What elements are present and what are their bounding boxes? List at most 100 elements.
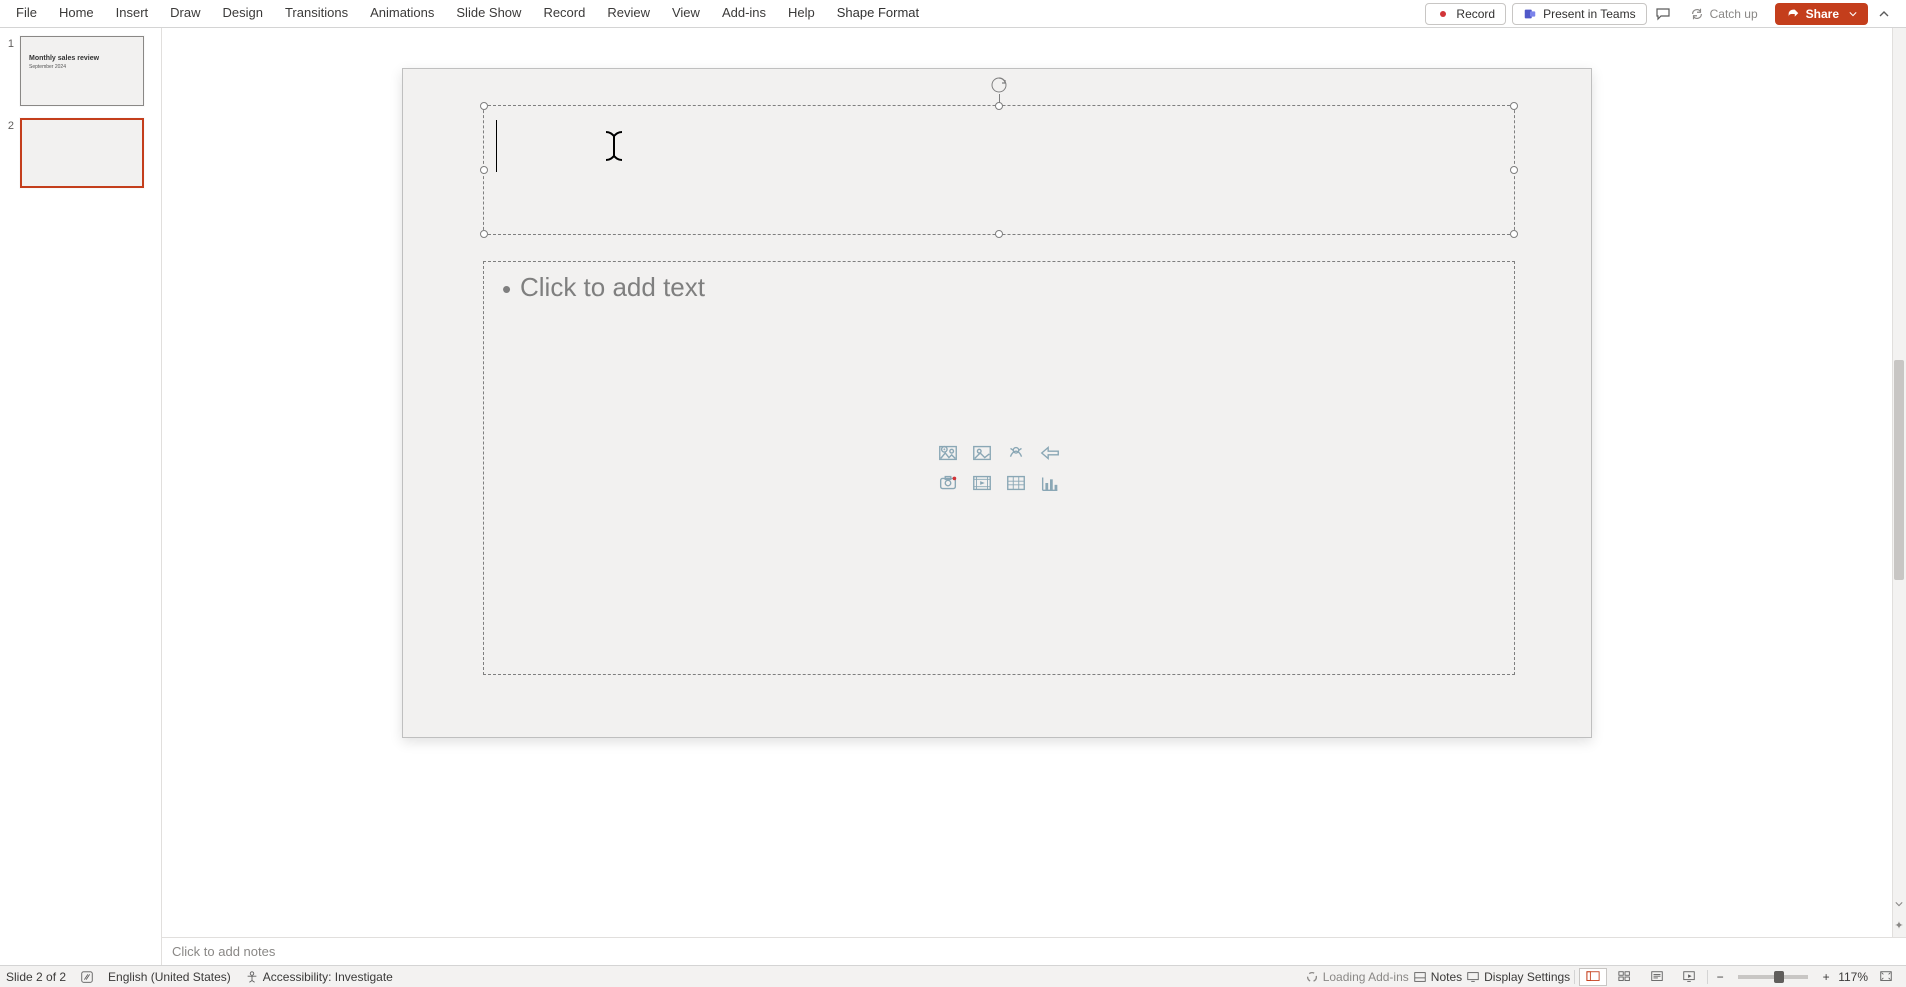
record-button[interactable]: Record (1425, 3, 1506, 25)
catch-up-button[interactable]: Catch up (1679, 3, 1769, 25)
scroll-menu-icon[interactable]: ✦ (1892, 919, 1906, 935)
picture-icon[interactable] (967, 440, 997, 466)
thumbnail-subtitle: September 2024 (29, 64, 135, 70)
accessibility-label: Accessibility: Investigate (263, 970, 393, 984)
ribbon-tabs: File Home Insert Draw Design Transitions… (6, 0, 929, 27)
tab-home[interactable]: Home (49, 0, 104, 27)
tab-transitions[interactable]: Transitions (275, 0, 358, 27)
selection-handle[interactable] (1510, 230, 1518, 238)
slide-thumbnail-panel[interactable]: 1 Monthly sales review September 2024 2 (0, 28, 162, 965)
stock-image-icon[interactable] (933, 440, 963, 466)
notes-toggle[interactable]: Notes (1413, 970, 1462, 984)
catch-up-label: Catch up (1710, 7, 1758, 21)
scrollbar-thumb[interactable] (1894, 360, 1904, 580)
display-settings-label: Display Settings (1484, 970, 1570, 984)
sync-icon (1690, 7, 1704, 21)
tab-record[interactable]: Record (533, 0, 595, 27)
slide-stage[interactable]: • Click to add text (162, 28, 1892, 937)
record-button-label: Record (1456, 7, 1495, 21)
selection-handle[interactable] (1510, 166, 1518, 174)
record-icon (1436, 7, 1450, 21)
selection-handle[interactable] (480, 230, 488, 238)
thumbnail-slide-2[interactable]: 2 (4, 118, 153, 188)
tab-view[interactable]: View (662, 0, 710, 27)
tab-draw[interactable]: Draw (160, 0, 210, 27)
separator (1574, 970, 1575, 984)
bullet-icon: • (502, 274, 511, 305)
slide-sorter-view-button[interactable] (1611, 968, 1639, 986)
thumbnail-preview[interactable] (20, 118, 144, 188)
present-in-teams-button[interactable]: Present in Teams (1512, 3, 1647, 25)
ribbon-right-cluster: Record Present in Teams Catch up Share (1425, 0, 1900, 27)
slide-canvas[interactable]: • Click to add text (402, 68, 1592, 738)
tab-file[interactable]: File (6, 0, 47, 27)
fit-to-window-button[interactable] (1872, 968, 1900, 986)
chevron-down-icon (1849, 10, 1857, 18)
share-label: Share (1806, 7, 1839, 21)
tab-slide-show[interactable]: Slide Show (446, 0, 531, 27)
icons-icon[interactable] (1001, 440, 1031, 466)
thumbnail-number: 2 (4, 118, 14, 188)
thumbnail-slide-1[interactable]: 1 Monthly sales review September 2024 (4, 36, 153, 106)
tab-design[interactable]: Design (213, 0, 273, 27)
notes-placeholder-text: Click to add notes (172, 944, 275, 959)
tab-animations[interactable]: Animations (360, 0, 444, 27)
display-settings-button[interactable]: Display Settings (1466, 970, 1570, 984)
separator (1707, 970, 1708, 984)
content-placeholder-text: Click to add text (520, 272, 705, 303)
normal-view-button[interactable] (1579, 968, 1607, 986)
notes-pane[interactable]: Click to add notes (162, 937, 1906, 965)
teams-icon (1523, 7, 1537, 21)
share-icon (1786, 7, 1800, 21)
zoom-value[interactable]: 117% (1838, 970, 1868, 984)
accessibility-status[interactable]: Accessibility: Investigate (245, 970, 393, 984)
smartart-icon[interactable] (1035, 440, 1065, 466)
tab-review[interactable]: Review (597, 0, 660, 27)
thumbnail-number: 1 (4, 36, 14, 106)
vertical-scrollbar[interactable]: ✦ (1892, 28, 1906, 937)
zoom-out-button[interactable]: − (1712, 970, 1728, 984)
title-placeholder[interactable] (483, 105, 1515, 235)
video-icon[interactable] (967, 470, 997, 496)
zoom-in-button[interactable]: + (1818, 970, 1834, 984)
scroll-down-button[interactable] (1894, 897, 1904, 911)
text-cursor-icon (604, 130, 624, 162)
comments-button[interactable] (1653, 4, 1673, 24)
slide-counter[interactable]: Slide 2 of 2 (6, 970, 66, 984)
cameo-icon[interactable] (933, 470, 963, 496)
loading-addins-status: Loading Add-ins (1305, 970, 1409, 984)
tab-insert[interactable]: Insert (106, 0, 159, 27)
language-status[interactable]: English (United States) (108, 970, 231, 984)
content-insert-icon-grid (933, 440, 1065, 496)
slideshow-view-button[interactable] (1675, 968, 1703, 986)
tab-add-ins[interactable]: Add-ins (712, 0, 776, 27)
edit-column: • Click to add text (162, 28, 1906, 965)
text-caret (496, 120, 497, 172)
tab-shape-format[interactable]: Shape Format (827, 0, 929, 27)
content-placeholder[interactable]: • Click to add text (483, 261, 1515, 675)
table-icon[interactable] (1001, 470, 1031, 496)
ribbon-spacer (929, 0, 1425, 27)
tab-help[interactable]: Help (778, 0, 825, 27)
selection-handle[interactable] (480, 166, 488, 174)
collapse-ribbon-button[interactable] (1874, 4, 1894, 24)
rotate-handle-icon[interactable] (990, 76, 1008, 94)
notes-toggle-label: Notes (1431, 970, 1462, 984)
present-in-teams-label: Present in Teams (1543, 7, 1636, 21)
zoom-slider[interactable] (1738, 975, 1808, 979)
workspace: 1 Monthly sales review September 2024 2 (0, 28, 1906, 965)
ribbon-bar: File Home Insert Draw Design Transitions… (0, 0, 1906, 28)
loading-label: Loading Add-ins (1323, 970, 1409, 984)
selection-handle[interactable] (995, 102, 1003, 110)
thumbnail-preview[interactable]: Monthly sales review September 2024 (20, 36, 144, 106)
share-button[interactable]: Share (1775, 3, 1868, 25)
selection-handle[interactable] (480, 102, 488, 110)
selection-handle[interactable] (995, 230, 1003, 238)
spellcheck-status-icon[interactable] (80, 970, 94, 984)
chart-icon[interactable] (1035, 470, 1065, 496)
reading-view-button[interactable] (1643, 968, 1671, 986)
status-right: Loading Add-ins Notes Display Settings − (1305, 968, 1906, 986)
selection-handle[interactable] (1510, 102, 1518, 110)
thumbnail-title: Monthly sales review (29, 55, 135, 62)
zoom-slider-thumb[interactable] (1774, 971, 1784, 983)
